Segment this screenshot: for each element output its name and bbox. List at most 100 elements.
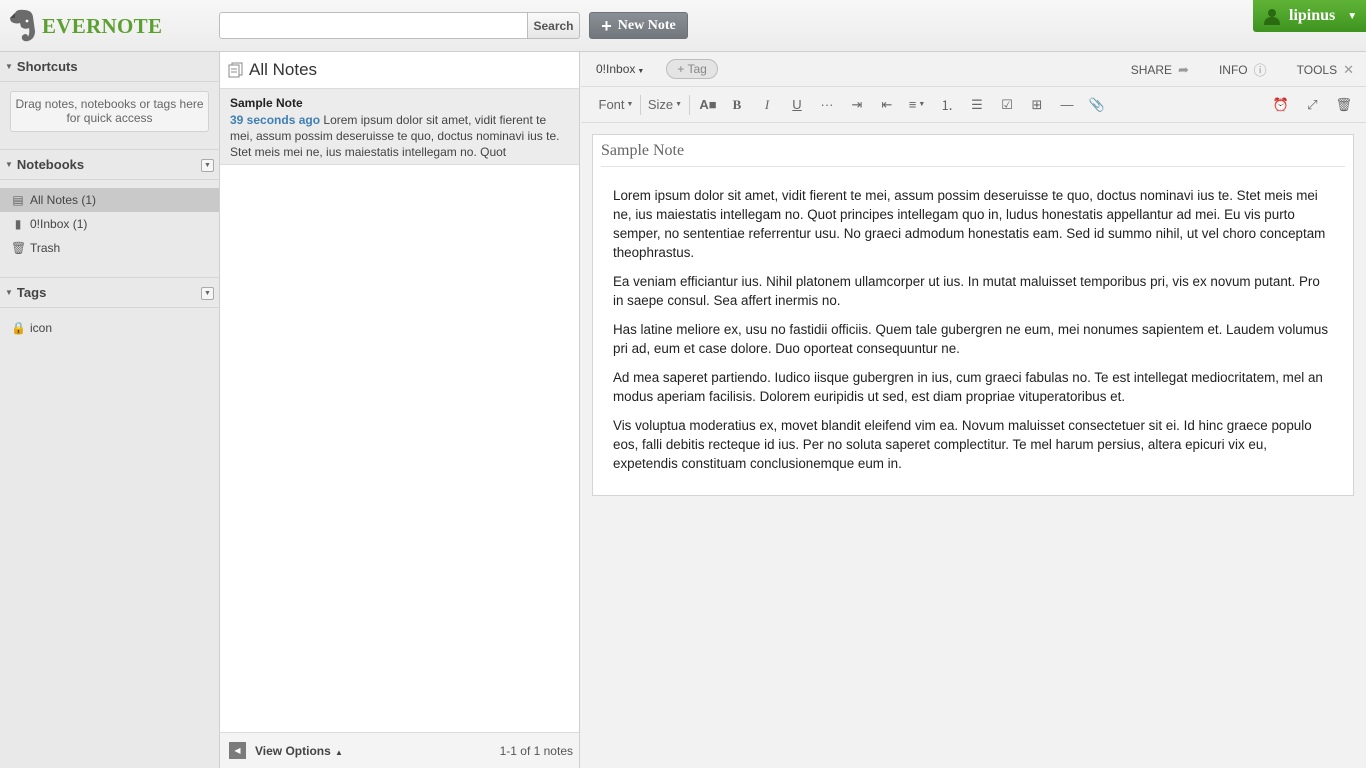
sidebar: ▼ Shortcuts Drag notes, notebooks or tag… (0, 52, 220, 768)
chevron-up-icon: ▲ (332, 747, 343, 757)
toolbar-right: ⏰ ⤢ 🗑 (1273, 87, 1352, 123)
note-content[interactable]: Lorem ipsum dolor sit amet, vidit fieren… (593, 167, 1353, 473)
info-icon: ⓘ (1253, 63, 1267, 78)
share-arrow-icon: ➦ (1178, 61, 1189, 77)
shortcuts-title: Shortcuts (16, 59, 78, 74)
user-name: lipinus (1289, 7, 1336, 24)
editor-header: 0!Inbox ▼ + Tag SHARE ➦ INFO ⓘ TOOLS ✕ (581, 52, 1366, 87)
share-label: SHARE (1130, 62, 1173, 77)
info-label: INFO (1218, 62, 1248, 77)
plus-icon: + (601, 15, 612, 36)
view-options-label: View Options (255, 743, 331, 758)
bold-icon[interactable]: B (722, 87, 752, 123)
toolbar-divider (640, 94, 641, 115)
search-button[interactable]: Search (527, 12, 580, 39)
tags-header[interactable]: ▼ Tags ▼ (0, 278, 219, 308)
notebook-selector[interactable]: 0!Inbox ▼ (596, 62, 644, 76)
notebooks-section: ▼ Notebooks ▼ ▤ All Notes (1) ▮ 0!Inbox … (0, 149, 219, 260)
chevron-down-icon: ▼ (675, 101, 683, 108)
sidebar-item-count: (1) (72, 217, 88, 231)
close-icon: ✕ (1343, 61, 1354, 77)
underline-icon[interactable]: U (782, 87, 812, 123)
editor-actions: SHARE ➦ INFO ⓘ TOOLS ✕ (1131, 52, 1354, 87)
note-count: 1-1 of 1 notes (499, 743, 573, 758)
collapse-panel-icon[interactable]: ◀ (229, 742, 246, 759)
tags-section: ▼ Tags ▼ 🔒 icon (0, 277, 219, 340)
notebooks-title: Notebooks (16, 157, 85, 172)
new-note-label: New Note (617, 17, 676, 33)
notebook-selector-label: 0!Inbox (596, 62, 636, 76)
checkbox-icon[interactable]: ☑ (992, 87, 1022, 123)
note-list-panel: All Notes Sample Note 39 seconds ago Lor… (220, 52, 580, 768)
elephant-logo-icon (10, 9, 35, 42)
shortcuts-section: ▼ Shortcuts Drag notes, notebooks or tag… (0, 52, 219, 132)
note-body[interactable]: Sample Note Lorem ipsum dolor sit amet, … (592, 134, 1354, 496)
sidebar-item-label: 0!Inbox (30, 217, 70, 231)
collapse-triangle-icon: ▼ (5, 160, 13, 169)
tags-dropdown-icon[interactable]: ▼ (201, 287, 214, 300)
expand-icon[interactable]: ⤢ (1307, 87, 1317, 123)
font-select-label: Font (598, 97, 625, 112)
toolbar-divider (689, 94, 690, 115)
brand-name: EVERNOTE (42, 13, 163, 38)
user-menu-button[interactable]: lipinus ▼ (1253, 0, 1366, 32)
notebook-icon: ▮ (14, 217, 22, 231)
tags-title: Tags (16, 285, 47, 300)
paragraph: Ea veniam efficiantur ius. Nihil platone… (613, 274, 1320, 308)
paragraph: Ad mea saperet partiendo. Iudico iisque … (613, 370, 1323, 404)
outdent-icon[interactable]: ⇤ (872, 87, 902, 123)
delete-icon[interactable]: 🗑 (1335, 87, 1352, 123)
table-icon[interactable]: ⊞ (1022, 87, 1052, 123)
indent-icon[interactable]: ⇥ (842, 87, 872, 123)
sidebar-item-all-notes[interactable]: ▤ All Notes (1) (0, 188, 219, 212)
tag-icon: 🔒 (11, 321, 26, 335)
note-card-snippet: 39 seconds ago Lorem ipsum dolor sit ame… (230, 112, 569, 161)
add-tag-button[interactable]: + Tag (666, 59, 718, 79)
notebooks-dropdown-icon[interactable]: ▼ (201, 159, 214, 172)
size-select[interactable]: Size ▼ (645, 87, 685, 123)
tools-label: TOOLS (1296, 62, 1338, 77)
chevron-down-icon: ▼ (637, 68, 645, 75)
attachment-icon[interactable]: 📎 (1082, 87, 1112, 123)
formatting-toolbar: Font ▼ Size ▼ A■ B I U ··· ⇥ ⇤ ≡ ▼ ⒈ ☰ ☑ ⊞ … (581, 87, 1366, 123)
size-select-label: Size (647, 97, 674, 112)
paragraph: Vis voluptua moderatius ex, movet blandi… (613, 418, 1312, 471)
note-title-field[interactable]: Sample Note (601, 135, 1345, 167)
align-icon[interactable]: ≡ ▼ (902, 87, 932, 123)
horizontal-rule-icon[interactable]: — (1052, 87, 1082, 123)
info-button[interactable]: INFO ⓘ (1219, 60, 1267, 79)
new-note-button[interactable]: + New Note (589, 12, 688, 39)
all-notes-icon (228, 62, 243, 78)
more-formatting-icon[interactable]: ··· (812, 87, 842, 123)
tools-button[interactable]: TOOLS ✕ (1297, 62, 1354, 78)
top-bar: EVERNOTE Search + New Note lipinus ▼ (0, 0, 1366, 52)
collapse-triangle-icon: ▼ (5, 288, 13, 297)
view-options-button[interactable]: View Options ▲ (255, 744, 343, 758)
note-list-title: All Notes (249, 60, 318, 79)
sidebar-item-inbox[interactable]: ▮ 0!Inbox (1) (0, 212, 219, 236)
shortcuts-header[interactable]: ▼ Shortcuts (0, 52, 219, 82)
text-color-icon[interactable]: A■ (694, 87, 722, 123)
reminder-icon[interactable]: ⏰ (1273, 87, 1289, 123)
all-notes-icon: ▤ (12, 193, 24, 207)
italic-icon[interactable]: I (752, 87, 782, 123)
font-select[interactable]: Font ▼ (596, 87, 636, 123)
note-card-age: 39 seconds ago (230, 113, 321, 127)
search-input[interactable] (219, 12, 528, 39)
sidebar-item-trash[interactable]: 🗑 Trash (0, 236, 219, 260)
sidebar-item-tag[interactable]: 🔒 icon (0, 316, 219, 340)
trash-icon: 🗑 (11, 241, 27, 255)
evernote-logo[interactable]: EVERNOTE (8, 9, 162, 43)
sidebar-item-count: (1) (81, 193, 97, 207)
sidebar-item-label: icon (30, 321, 53, 335)
list-item[interactable]: Sample Note 39 seconds ago Lorem ipsum d… (220, 89, 579, 165)
share-button[interactable]: SHARE ➦ (1131, 62, 1189, 78)
note-editor: 0!Inbox ▼ + Tag SHARE ➦ INFO ⓘ TOOLS ✕ Font ▼… (581, 52, 1366, 768)
note-list-header: All Notes (220, 52, 579, 89)
shortcuts-drop-zone[interactable]: Drag notes, notebooks or tags here for q… (10, 91, 209, 132)
notebooks-header[interactable]: ▼ Notebooks ▼ (0, 150, 219, 180)
sidebar-item-label: All Notes (30, 193, 79, 207)
note-list-footer: ◀ View Options ▲ 1-1 of 1 notes (220, 732, 579, 768)
bullet-list-icon[interactable]: ☰ (962, 87, 992, 123)
numbered-list-icon[interactable]: ⒈ (932, 87, 962, 123)
